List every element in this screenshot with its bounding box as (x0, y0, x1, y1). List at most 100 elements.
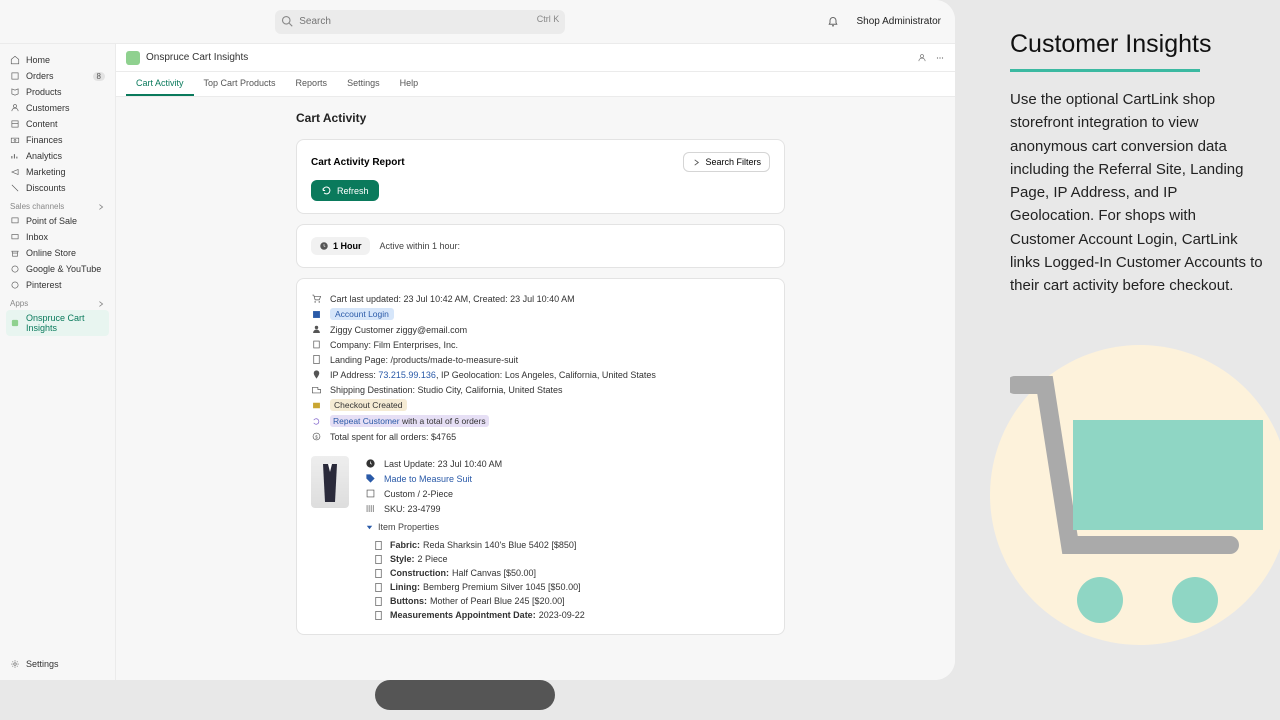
sales-inbox[interactable]: Inbox (6, 229, 109, 245)
chevron-right-icon[interactable] (97, 300, 105, 308)
topbar: Ctrl K Shop Administrator (0, 0, 955, 44)
tab-cart-activity[interactable]: Cart Activity (126, 72, 194, 96)
home-icon (10, 55, 20, 65)
nav-products[interactable]: Products (6, 84, 109, 100)
orders-icon (10, 71, 20, 81)
property-row: Style: 2 Piece (365, 552, 770, 566)
discounts-icon (10, 183, 20, 193)
triangle-down-icon (365, 523, 374, 532)
clock-icon (365, 458, 376, 469)
nav-settings[interactable]: Settings (6, 656, 109, 672)
cart-shipping: Shipping Destination: Studio City, Calif… (311, 382, 770, 397)
sidepanel-underline (1010, 69, 1200, 72)
property-row: Construction: Half Canvas [$50.00] (365, 566, 770, 580)
search-shortcut: Ctrl K (537, 14, 560, 24)
sales-pos[interactable]: Point of Sale (6, 213, 109, 229)
sidepanel-title: Customer Insights (1010, 30, 1265, 59)
pinterest-icon (10, 280, 20, 290)
cart-icon (1010, 365, 1270, 645)
pos-icon (10, 216, 20, 226)
main-area: Onspruce Cart Insights Cart Activity Top… (116, 44, 955, 680)
company-icon (311, 339, 322, 350)
search-filters-button[interactable]: Search Filters (683, 152, 770, 172)
shipping-icon (311, 384, 322, 395)
bell-icon[interactable] (827, 16, 839, 28)
cart-company: Company: Film Enterprises, Inc. (311, 337, 770, 352)
cart-checkout-created: Checkout Created (311, 397, 770, 413)
tab-top-cart-products[interactable]: Top Cart Products (194, 72, 286, 96)
timeframe-text: Active within 1 hour: (380, 241, 461, 251)
nav-finances[interactable]: Finances (6, 132, 109, 148)
nav-customers[interactable]: Customers (6, 100, 109, 116)
nav-content[interactable]: Content (6, 116, 109, 132)
doc-icon (373, 596, 384, 607)
tab-help[interactable]: Help (390, 72, 429, 96)
apps-header: Apps (6, 293, 109, 310)
product-last-update: Last Update: 23 Jul 10:40 AM (365, 456, 770, 471)
cart-illustration (990, 345, 1280, 685)
device-frame-handle (375, 680, 555, 710)
refresh-icon (321, 185, 332, 196)
app-frame: Ctrl K Shop Administrator Home Orders8 P… (0, 0, 955, 680)
cart-ip: IP Address: 73.215.99.136, IP Geolocatio… (311, 367, 770, 382)
item-properties-toggle[interactable]: Item Properties (365, 516, 770, 538)
sales-pinterest[interactable]: Pinterest (6, 277, 109, 293)
login-icon (311, 309, 322, 320)
nav-discounts[interactable]: Discounts (6, 180, 109, 196)
app-header: Onspruce Cart Insights (116, 44, 955, 72)
cart-customer: Ziggy Customer ziggy@email.com (311, 322, 770, 337)
inbox-icon (10, 232, 20, 242)
search-icon (281, 15, 293, 27)
cart-card: Cart last updated: 23 Jul 10:42 AM, Crea… (296, 278, 785, 635)
sales-online-store[interactable]: Online Store (6, 245, 109, 261)
product-name[interactable]: Made to Measure Suit (365, 471, 770, 486)
nav-orders[interactable]: Orders8 (6, 68, 109, 84)
location-icon (311, 369, 322, 380)
tag-icon (365, 473, 376, 484)
clock-icon (319, 241, 329, 251)
doc-icon (373, 540, 384, 551)
chevron-right-icon[interactable] (97, 203, 105, 211)
sidebar: Home Orders8 Products Customers Content … (0, 44, 116, 680)
property-row: Fabric: Reda Sharksin 140's Blue 5402 [$… (365, 538, 770, 552)
app-logo (126, 51, 140, 65)
product-variant: Custom / 2-Piece (365, 486, 770, 501)
sales-google-youtube[interactable]: Google & YouTube (6, 261, 109, 277)
property-row: Buttons: Mother of Pearl Blue 245 [$20.0… (365, 594, 770, 608)
nav-marketing[interactable]: Marketing (6, 164, 109, 180)
cart-icon (311, 293, 322, 304)
sales-channels-header: Sales channels (6, 196, 109, 213)
report-title: Cart Activity Report (311, 157, 683, 168)
tab-reports[interactable]: Reports (286, 72, 338, 96)
marketing-sidepanel: Customer Insights Use the optional CartL… (1010, 30, 1265, 297)
refresh-button[interactable]: Refresh (311, 180, 379, 201)
analytics-icon (10, 151, 20, 161)
search-input[interactable] (275, 10, 565, 34)
page-title: Cart Activity (296, 111, 785, 125)
finances-icon (10, 135, 20, 145)
sidepanel-body: Use the optional CartLink shop storefron… (1010, 88, 1265, 297)
store-icon (10, 248, 20, 258)
doc-icon (373, 582, 384, 593)
nav-analytics[interactable]: Analytics (6, 148, 109, 164)
tab-settings[interactable]: Settings (337, 72, 390, 96)
user-icon[interactable] (917, 53, 927, 63)
variant-icon (365, 488, 376, 499)
channel-icon (10, 264, 20, 274)
repeat-icon (311, 416, 322, 427)
app-icon (10, 318, 20, 328)
app-name: Onspruce Cart Insights (146, 52, 909, 63)
gear-icon (10, 659, 20, 669)
doc-icon (373, 610, 384, 621)
nav-home[interactable]: Home (6, 52, 109, 68)
timeframe-pill[interactable]: 1 Hour (311, 237, 370, 255)
money-icon: $ (311, 431, 322, 442)
shop-admin-label[interactable]: Shop Administrator (857, 16, 942, 27)
more-icon[interactable] (935, 53, 945, 63)
cart-account-login: Account Login (311, 306, 770, 322)
orders-badge: 8 (93, 72, 105, 81)
cart-repeat: Repeat Customer with a total of 6 orders (311, 413, 770, 429)
checkout-icon (311, 400, 322, 411)
app-onspruce[interactable]: Onspruce Cart Insights (6, 310, 109, 336)
page-icon (311, 354, 322, 365)
